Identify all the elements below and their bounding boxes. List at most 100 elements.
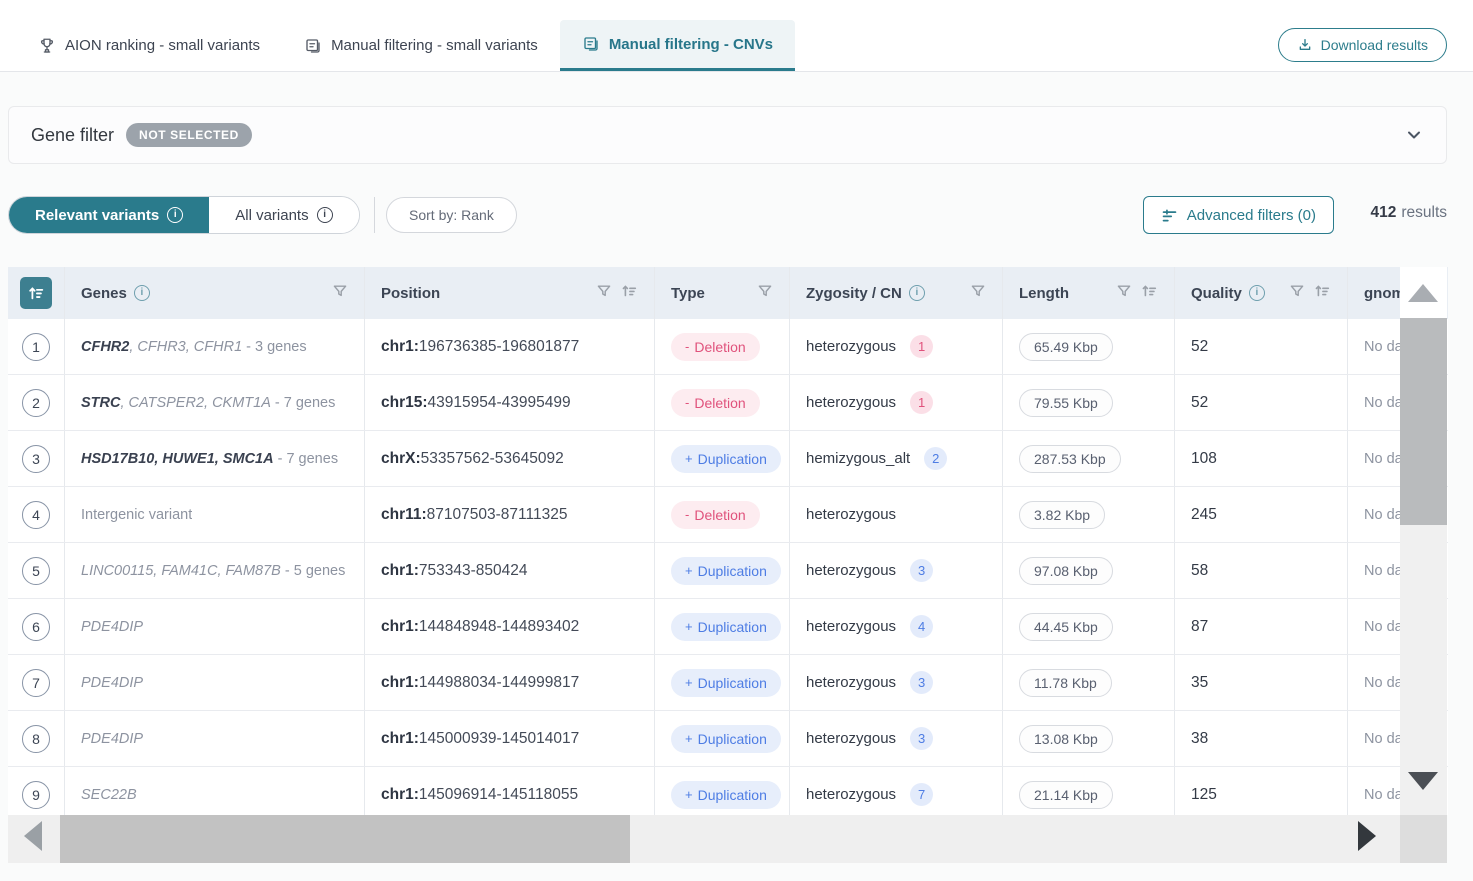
gene-count-suffix: - 7 genes xyxy=(274,451,339,467)
type-sign: - xyxy=(685,339,689,354)
table-row[interactable]: 3 HSD17B10, HUWE1, SMC1A - 7 genes chrX:… xyxy=(8,431,1448,487)
tab-manual-filtering-small-variants[interactable]: Manual filtering - small variants xyxy=(282,20,560,71)
advanced-filters-button[interactable]: Advanced filters (0) xyxy=(1143,196,1334,234)
row-number-badge[interactable]: 7 xyxy=(22,669,50,697)
header-zygosity: Zygosity / CN i xyxy=(790,267,1003,319)
length-cell: 44.45 Kbp xyxy=(1003,599,1175,654)
zygosity-cell: heterozygous 3 xyxy=(790,711,1003,766)
position-cell: chr1:144848948-144893402 xyxy=(365,599,655,654)
row-number-badge[interactable]: 4 xyxy=(22,501,50,529)
type-label: Duplication xyxy=(698,787,767,803)
gene-filter-panel[interactable]: Gene filter NOT SELECTED xyxy=(8,106,1447,164)
controls-row: Relevant variants i All variants i Sort … xyxy=(8,196,1447,234)
horizontal-scrollbar[interactable] xyxy=(8,815,1400,863)
info-icon[interactable]: i xyxy=(909,285,925,301)
sort-icon[interactable] xyxy=(620,282,638,304)
row-number-cell: 5 xyxy=(8,543,65,598)
position-range: 87107503-87111325 xyxy=(427,506,568,524)
info-icon[interactable]: i xyxy=(1249,285,1265,301)
copy-number-badge: 7 xyxy=(910,783,933,806)
sort-by-label: Sort by: Rank xyxy=(409,207,494,223)
sort-by-button[interactable]: Sort by: Rank xyxy=(386,197,517,233)
sort-icon[interactable] xyxy=(1313,282,1331,304)
relevant-variants-button[interactable]: Relevant variants i xyxy=(9,197,209,233)
type-label: Deletion xyxy=(694,395,745,411)
length-pill: 44.45 Kbp xyxy=(1019,613,1113,641)
copy-number-badge: 4 xyxy=(910,615,933,638)
gene-secondary: LINC00115, FAM41C, FAM87B xyxy=(81,563,281,579)
filter-funnel-icon[interactable] xyxy=(757,283,773,303)
row-number-cell: 2 xyxy=(8,375,65,430)
genes-cell: PDE4DIP xyxy=(65,655,365,710)
info-icon: i xyxy=(317,207,333,223)
position-range: 144848948-144893402 xyxy=(419,618,579,636)
table-row[interactable]: 4 Intergenic variant chr11:87107503-8711… xyxy=(8,487,1448,543)
row-number-badge[interactable]: 6 xyxy=(22,613,50,641)
zygosity-label: hemizygous_alt xyxy=(806,450,910,467)
gene-secondary: , CATSPER2, CKMT1A xyxy=(120,395,270,411)
zygosity-label: heterozygous xyxy=(806,674,896,691)
table-row[interactable]: 1 CFHR2, CFHR3, CFHR1 - 3 genes chr1:196… xyxy=(8,319,1448,375)
row-number-cell: 8 xyxy=(8,711,65,766)
row-number-cell: 1 xyxy=(8,319,65,374)
quality-cell: 87 xyxy=(1175,599,1348,654)
length-cell: 11.78 Kbp xyxy=(1003,655,1175,710)
type-cell: -Deletion xyxy=(655,375,790,430)
info-icon[interactable]: i xyxy=(134,285,150,301)
scroll-right-arrow-icon[interactable] xyxy=(1358,821,1376,851)
zygosity-cell: heterozygous 4 xyxy=(790,599,1003,654)
scrollbar-corner xyxy=(1400,815,1447,863)
chromosome: chr1: xyxy=(381,338,419,356)
header-genes: Genes i xyxy=(65,267,365,319)
row-number-badge[interactable]: 9 xyxy=(22,781,50,809)
scroll-up-arrow-icon[interactable] xyxy=(1408,284,1438,302)
chromosome: chr1: xyxy=(381,618,419,636)
vertical-scrollbar-thumb[interactable] xyxy=(1400,318,1447,525)
row-number-badge[interactable]: 5 xyxy=(22,557,50,585)
zygosity-cell: heterozygous 3 xyxy=(790,655,1003,710)
table-row[interactable]: 2 STRC, CATSPER2, CKMT1A - 7 genes chr15… xyxy=(8,375,1448,431)
sort-icon[interactable] xyxy=(1140,282,1158,304)
filter-funnel-icon[interactable] xyxy=(970,283,986,303)
type-pill: -Deletion xyxy=(671,333,760,361)
gene-secondary: PDE4DIP xyxy=(81,675,143,691)
row-number-badge[interactable]: 2 xyxy=(22,389,50,417)
filter-funnel-icon[interactable] xyxy=(332,283,348,303)
position-cell: chr1:145096914-145118055 xyxy=(365,767,655,815)
position-cell: chr1:144988034-144999817 xyxy=(365,655,655,710)
chevron-down-icon[interactable] xyxy=(1404,125,1424,145)
quality-cell: 108 xyxy=(1175,431,1348,486)
zygosity-cell: hemizygous_alt 2 xyxy=(790,431,1003,486)
table-row[interactable]: 9 SEC22B chr1:145096914-145118055 +Dupli… xyxy=(8,767,1448,815)
table-row[interactable]: 5 LINC00115, FAM41C, FAM87B - 5 genes ch… xyxy=(8,543,1448,599)
horizontal-scrollbar-thumb[interactable] xyxy=(60,815,630,863)
tab-aion-ranking[interactable]: AION ranking - small variants xyxy=(16,20,282,71)
zygosity-label: heterozygous xyxy=(806,394,896,411)
row-number-badge[interactable]: 1 xyxy=(22,333,50,361)
tab-manual-filtering-cnvs[interactable]: Manual filtering - CNVs xyxy=(560,20,795,71)
row-number-cell: 4 xyxy=(8,487,65,542)
table-row[interactable]: 8 PDE4DIP chr1:145000939-145014017 +Dupl… xyxy=(8,711,1448,767)
divider xyxy=(374,197,375,233)
filter-funnel-icon[interactable] xyxy=(1116,283,1132,303)
type-cell: +Duplication xyxy=(655,543,790,598)
sort-ascending-icon[interactable] xyxy=(20,277,52,309)
download-results-button[interactable]: Download results xyxy=(1278,28,1447,62)
scroll-down-arrow-icon[interactable] xyxy=(1408,772,1438,790)
table-row[interactable]: 7 PDE4DIP chr1:144988034-144999817 +Dupl… xyxy=(8,655,1448,711)
length-pill: 65.49 Kbp xyxy=(1019,333,1113,361)
all-variants-button[interactable]: All variants i xyxy=(209,197,358,233)
tab-label: AION ranking - small variants xyxy=(65,37,260,54)
row-number-badge[interactable]: 3 xyxy=(22,445,50,473)
scroll-left-arrow-icon[interactable] xyxy=(24,821,42,851)
type-label: Duplication xyxy=(698,675,767,691)
position-cell: chrX:53357562-53645092 xyxy=(365,431,655,486)
chromosome: chr11: xyxy=(381,506,427,524)
quality-value: 108 xyxy=(1191,450,1217,468)
all-variants-label: All variants xyxy=(235,207,308,224)
table-row[interactable]: 6 PDE4DIP chr1:144848948-144893402 +Dupl… xyxy=(8,599,1448,655)
row-number-badge[interactable]: 8 xyxy=(22,725,50,753)
type-sign: - xyxy=(685,395,689,410)
filter-funnel-icon[interactable] xyxy=(596,283,612,303)
filter-funnel-icon[interactable] xyxy=(1289,283,1305,303)
